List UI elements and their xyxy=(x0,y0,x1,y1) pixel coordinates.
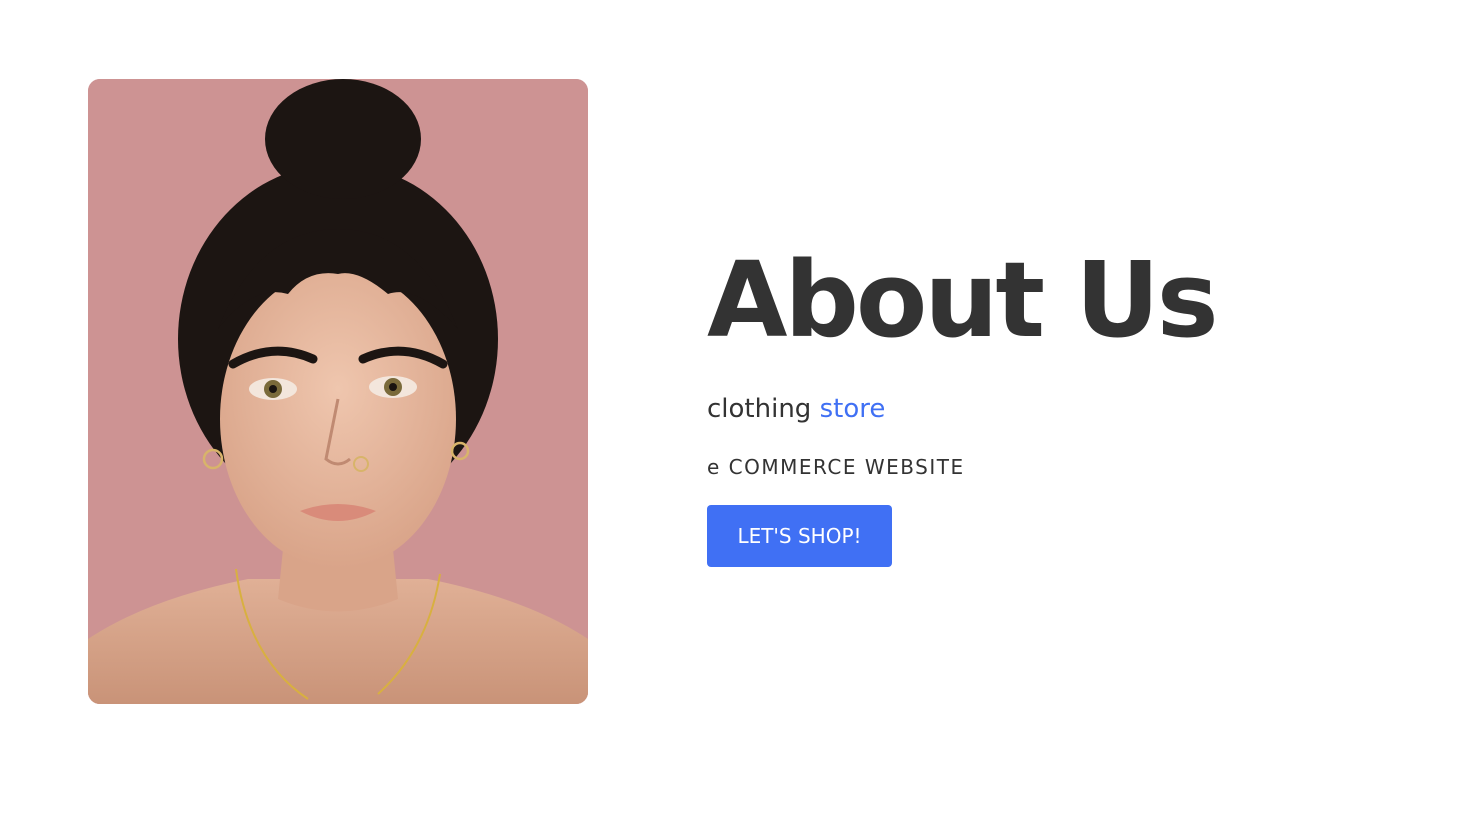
portrait-photo xyxy=(88,79,588,704)
tagline: e COMMERCE WEBSITE xyxy=(707,455,965,479)
lets-shop-button[interactable]: LET'S SHOP! xyxy=(707,505,892,567)
page-title: About Us xyxy=(707,239,1219,361)
subtitle-accent: store xyxy=(819,394,886,424)
about-content: About Us clothing store e COMMERCE WEBSI… xyxy=(707,240,1407,567)
portrait-illustration xyxy=(88,79,588,704)
about-section: About Us clothing store e COMMERCE WEBSI… xyxy=(0,0,1459,823)
subtitle-main: clothing xyxy=(707,394,812,424)
subtitle: clothing store xyxy=(707,392,1407,426)
